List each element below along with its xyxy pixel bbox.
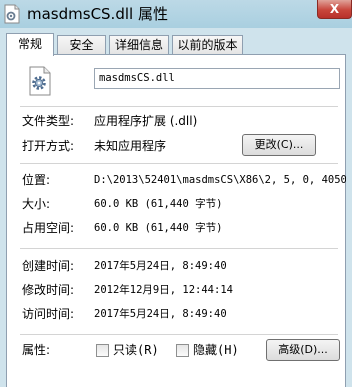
tab-bar: 常规 安全 详细信息 以前的版本	[6, 33, 346, 56]
readonly-label[interactable]: 只读(R)	[113, 342, 159, 358]
modified-label: 修改时间:	[22, 283, 75, 297]
size-on-disk-label: 占用空间:	[22, 221, 75, 235]
close-icon: X	[329, 2, 340, 16]
location-value: D:\2013\52401\masdmsCS\X86\2, 5, 0, 4050…	[94, 174, 346, 186]
file-name-field[interactable]: masdmsCS.dll	[94, 68, 340, 89]
file-icon	[4, 4, 20, 24]
readonly-checkbox[interactable]	[96, 344, 109, 357]
tab-general[interactable]: 常规	[6, 33, 54, 56]
size-label: 大小:	[22, 197, 51, 211]
close-button[interactable]: X	[317, 0, 352, 19]
tab-details[interactable]: 详细信息	[109, 35, 169, 55]
size-on-disk-value: 60.0 KB (61,440 字节)	[94, 222, 223, 234]
accessed-label: 访问时间:	[22, 307, 75, 321]
window-title: masdmsCS.dll 属性	[27, 5, 168, 23]
file-type-label: 文件类型:	[22, 114, 75, 128]
title-bar[interactable]: masdmsCS.dll 属性 X	[0, 0, 352, 28]
size-value: 60.0 KB (61,440 字节)	[94, 198, 223, 210]
modified-value: 2012年12月9日, 12:44:14	[94, 284, 233, 296]
file-type-value: 应用程序扩展 (.dll)	[94, 114, 198, 128]
hidden-label[interactable]: 隐藏(H)	[193, 342, 239, 358]
location-label: 位置:	[22, 173, 51, 187]
change-button[interactable]: 更改(C)...	[242, 134, 316, 156]
hidden-checkbox[interactable]	[176, 344, 189, 357]
created-value: 2017年5月24日, 8:49:40	[94, 260, 227, 272]
tab-security[interactable]: 安全	[57, 35, 106, 55]
divider	[20, 163, 338, 165]
tab-previous-versions[interactable]: 以前的版本	[172, 35, 243, 55]
accessed-value: 2017年5月24日, 8:49:40	[94, 308, 227, 320]
divider	[20, 106, 338, 108]
created-label: 创建时间:	[22, 259, 75, 273]
dll-file-gear-icon	[29, 66, 51, 96]
attributes-label: 属性:	[22, 343, 51, 357]
opens-with-value: 未知应用程序	[94, 139, 167, 153]
divider	[20, 334, 338, 336]
opens-with-label: 打开方式:	[22, 139, 75, 153]
divider	[20, 248, 338, 250]
advanced-button[interactable]: 高级(D)...	[266, 339, 340, 361]
